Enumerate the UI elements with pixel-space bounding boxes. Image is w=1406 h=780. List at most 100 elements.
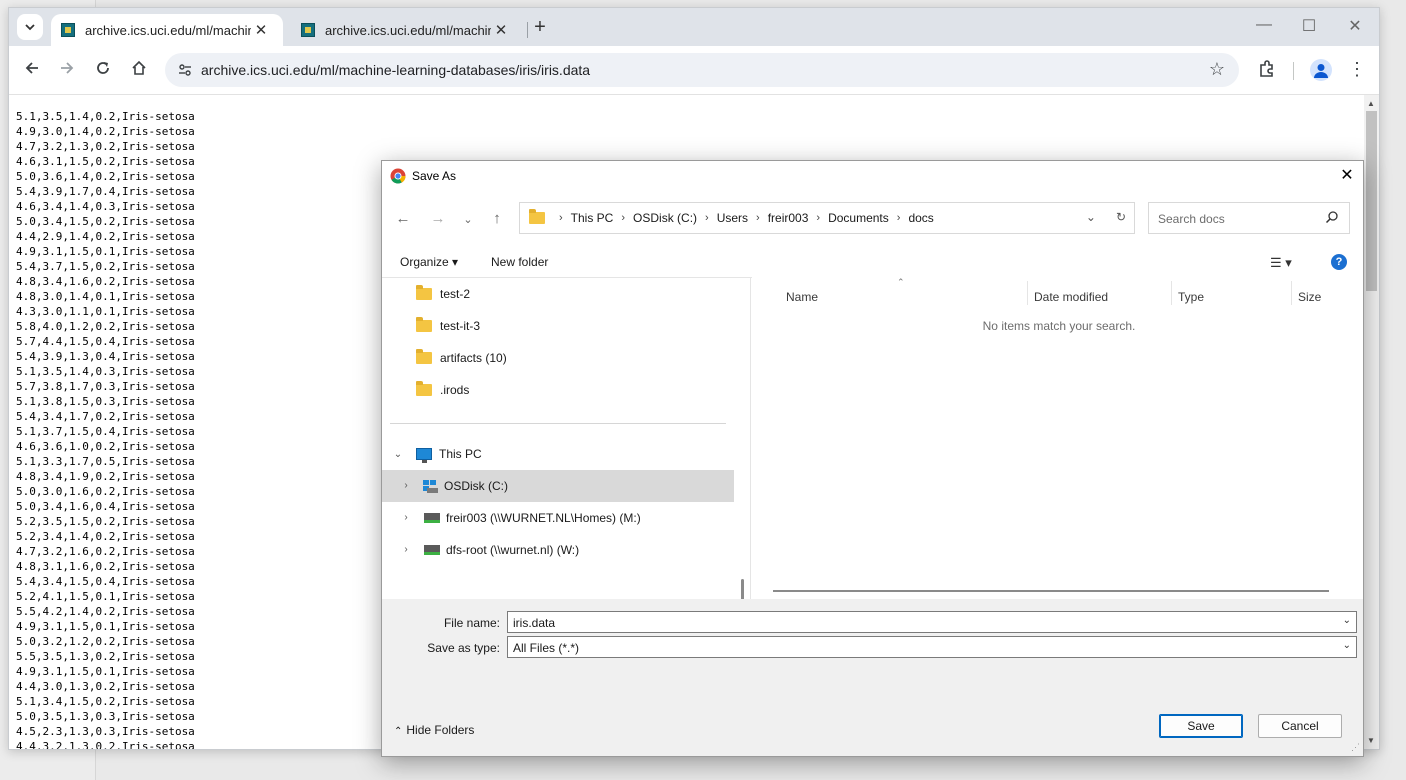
forward-icon[interactable] <box>56 59 78 81</box>
address-dropdown-icon[interactable]: ⌄ <box>1086 210 1096 224</box>
minimize-button[interactable]: — <box>1249 16 1279 34</box>
data-line: 5.4,3.4,1.5,0.4,Iris-setosa <box>16 575 195 588</box>
nav-folder-irods[interactable]: .irods <box>382 374 734 406</box>
scroll-down-icon[interactable]: ▼ <box>1367 736 1375 745</box>
dialog-address-row: ← → ⌄ ↑ › This PC › OSDisk (C:) › Users … <box>382 191 1363 247</box>
chevron-up-icon: ⌃ <box>394 726 403 737</box>
profile-icon[interactable] <box>1310 59 1332 81</box>
url-text[interactable]: archive.ics.uci.edu/ml/machine-learning-… <box>201 62 590 78</box>
crumb-osdisk[interactable]: OSDisk (C:) <box>633 211 697 225</box>
dialog-forward-icon[interactable]: → <box>428 210 448 227</box>
column-header-name[interactable]: Name <box>786 290 818 304</box>
tab-inactive[interactable]: archive.ics.uci.edu/ml/machine- ✕ <box>291 14 523 46</box>
save-type-value: All Files (*.*) <box>513 641 580 655</box>
nav-folder-test-it-3[interactable]: test-it-3 <box>382 310 734 342</box>
back-icon[interactable] <box>21 59 43 81</box>
reload-icon[interactable] <box>92 59 114 81</box>
tab-close-icon[interactable]: ✕ <box>251 21 271 39</box>
data-line: 4.4,3.0,1.3,0.2,Iris-setosa <box>16 680 195 693</box>
pane-splitter[interactable] <box>750 277 751 599</box>
crumb-this-pc[interactable]: This PC <box>571 211 614 225</box>
close-window-button[interactable]: ✕ <box>1340 16 1370 36</box>
new-tab-button[interactable]: + <box>529 17 551 39</box>
nav-this-pc-label: This PC <box>439 447 482 461</box>
collapse-chevron-icon[interactable]: ⌄ <box>392 449 404 460</box>
hide-folders-button[interactable]: ⌃ Hide Folders <box>394 723 474 737</box>
data-line: 5.1,3.4,1.5,0.2,Iris-setosa <box>16 695 195 708</box>
column-separator[interactable] <box>1027 281 1028 305</box>
chevron-down-icon[interactable]: ⌄ <box>1343 640 1351 651</box>
column-separator[interactable] <box>1291 281 1292 305</box>
scroll-up-icon[interactable]: ▲ <box>1367 99 1375 108</box>
dialog-back-icon[interactable]: ← <box>393 210 413 227</box>
crumb-documents[interactable]: Documents <box>828 211 889 225</box>
file-name-label: File name: <box>443 616 500 630</box>
crumb-user[interactable]: freir003 <box>768 211 809 225</box>
tab-active[interactable]: archive.ics.uci.edu/ml/machine- ✕ <box>51 14 283 46</box>
dialog-close-icon[interactable]: ✕ <box>1337 165 1357 185</box>
tab-search-icon[interactable] <box>17 14 43 40</box>
data-line: 5.2,4.1,1.5,0.1,Iris-setosa <box>16 590 195 603</box>
file-name-field[interactable]: iris.data ⌄ <box>507 611 1357 633</box>
nav-drive-c[interactable]: › OSDisk (C:) <box>382 470 734 502</box>
refresh-icon[interactable]: ↻ <box>1116 210 1126 224</box>
organize-button[interactable]: Organize ▾ <box>400 255 458 269</box>
cancel-button[interactable]: Cancel <box>1258 714 1342 738</box>
data-line: 5.2,3.5,1.5,0.2,Iris-setosa <box>16 515 195 528</box>
column-header-date[interactable]: Date modified <box>1034 290 1108 304</box>
resize-grip-icon[interactable]: ⋰ <box>1351 742 1360 753</box>
nav-folder-test-2[interactable]: test-2 <box>382 278 734 310</box>
bookmark-star-icon[interactable]: ☆ <box>1209 59 1225 80</box>
nav-folder-label: artifacts (10) <box>440 351 507 365</box>
extensions-icon[interactable] <box>1257 59 1277 79</box>
dialog-titlebar: Save As ✕ <box>382 161 1363 191</box>
save-button[interactable]: Save <box>1159 714 1243 738</box>
column-header-size[interactable]: Size <box>1298 290 1321 304</box>
site-favicon-icon <box>61 23 75 37</box>
column-separator[interactable] <box>1171 281 1172 305</box>
nav-this-pc[interactable]: ⌄ This PC <box>382 438 734 470</box>
nav-folder-artifacts[interactable]: artifacts (10) <box>382 342 734 374</box>
network-drive-icon <box>424 513 440 523</box>
file-list-scrollbar[interactable] <box>773 590 1329 592</box>
browser-toolbar: archive.ics.uci.edu/ml/machine-learning-… <box>9 46 1379 95</box>
data-line: 5.7,4.4,1.5,0.4,Iris-setosa <box>16 335 195 348</box>
column-header-type[interactable]: Type <box>1178 290 1204 304</box>
nav-drive-w[interactable]: › dfs-root (\\wurnet.nl) (W:) <box>382 534 734 566</box>
data-line: 5.4,3.7,1.5,0.2,Iris-setosa <box>16 260 195 273</box>
save-as-dialog: Save As ✕ ← → ⌄ ↑ › This PC › OSDisk (C:… <box>381 160 1364 757</box>
maximize-button[interactable]: ☐ <box>1294 16 1324 36</box>
nav-drive-m[interactable]: › freir003 (\\WURNET.NL\Homes) (M:) <box>382 502 734 534</box>
computer-icon <box>416 448 432 463</box>
expand-chevron-icon[interactable]: › <box>400 544 412 555</box>
data-line: 4.8,3.4,1.9,0.2,Iris-setosa <box>16 470 195 483</box>
data-line: 5.1,3.5,1.4,0.2,Iris-setosa <box>16 110 195 123</box>
site-info-icon[interactable] <box>177 62 193 78</box>
new-folder-button[interactable]: New folder <box>491 255 548 269</box>
data-line: 4.4,2.9,1.4,0.2,Iris-setosa <box>16 230 195 243</box>
search-input[interactable]: Search docs <box>1148 202 1350 234</box>
view-options-icon[interactable]: ☰ ▾ <box>1270 255 1292 271</box>
scroll-thumb[interactable] <box>1366 111 1377 291</box>
breadcrumb[interactable]: › This PC › OSDisk (C:) › Users › freir0… <box>519 202 1135 234</box>
dialog-title: Save As <box>412 169 457 183</box>
data-line: 4.7,3.2,1.6,0.2,Iris-setosa <box>16 545 195 558</box>
address-bar[interactable]: archive.ics.uci.edu/ml/machine-learning-… <box>165 53 1239 87</box>
save-type-select[interactable]: All Files (*.*) ⌄ <box>507 636 1357 658</box>
data-line: 4.6,3.1,1.5,0.2,Iris-setosa <box>16 155 195 168</box>
help-icon[interactable]: ? <box>1331 254 1347 270</box>
page-scrollbar[interactable]: ▲ ▼ <box>1364 95 1379 749</box>
chevron-down-icon[interactable]: ⌄ <box>1343 615 1351 626</box>
recent-locations-icon[interactable]: ⌄ <box>458 213 478 226</box>
tab-close-icon[interactable]: ✕ <box>491 21 511 39</box>
crumb-docs[interactable]: docs <box>908 211 933 225</box>
expand-chevron-icon[interactable]: › <box>400 480 412 491</box>
crumb-users[interactable]: Users <box>717 211 748 225</box>
home-icon[interactable] <box>128 59 150 81</box>
menu-icon[interactable]: ⋮ <box>1347 56 1367 82</box>
network-drive-icon <box>424 545 440 555</box>
up-folder-icon[interactable]: ↑ <box>487 210 507 227</box>
data-line: 5.2,3.4,1.4,0.2,Iris-setosa <box>16 530 195 543</box>
expand-chevron-icon[interactable]: › <box>400 512 412 523</box>
file-name-value[interactable]: iris.data <box>513 616 555 630</box>
